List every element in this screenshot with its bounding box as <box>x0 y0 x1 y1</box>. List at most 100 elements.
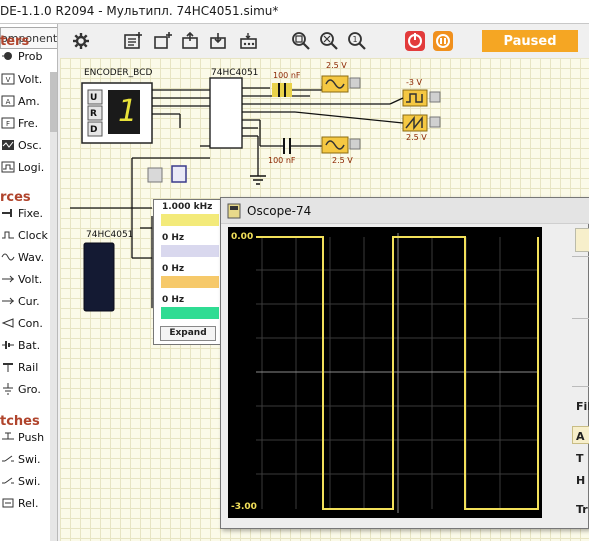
probe-icon <box>0 48 16 64</box>
zoom-fit-icon[interactable] <box>290 30 312 52</box>
component-item-label: Osc. <box>18 138 42 152</box>
oscilloscope-bottom-value: -3.00 <box>231 502 257 512</box>
fixed-voltage-icon <box>0 205 16 221</box>
oscilloscope-app-icon <box>227 203 241 222</box>
pause-icon[interactable] <box>432 30 454 52</box>
freq-channel-2-bar <box>161 245 219 257</box>
cap1-label: 100 nF <box>273 71 301 80</box>
oscilloscope-top-value: 0.00 <box>231 232 254 242</box>
zoom-one-icon[interactable]: 1 <box>346 30 368 52</box>
component-item-label: Cur. <box>18 294 40 308</box>
component-item-label: Volt. <box>18 72 43 86</box>
rail-icon <box>0 359 16 375</box>
component-item-label: Swi. <box>18 474 41 488</box>
oscilloscope-icon <box>0 137 16 153</box>
component-item-label: Gro. <box>18 382 41 396</box>
component-item-label: Fixe. <box>18 206 44 220</box>
voltage-source-icon <box>0 271 16 287</box>
mux-label: 74HC4051 <box>211 68 259 78</box>
save-icon[interactable] <box>208 30 230 52</box>
component-item[interactable]: Prob <box>0 45 57 67</box>
new-subcircuit-icon[interactable] <box>152 30 174 52</box>
component-item-label: Fre. <box>18 116 39 130</box>
save-as-icon[interactable] <box>238 30 260 52</box>
component-item-label: Push <box>18 430 45 444</box>
component-item-label: Volt. <box>18 272 43 286</box>
scrollbar-thumb[interactable] <box>50 72 57 132</box>
svg-text:F: F <box>6 120 10 128</box>
component-item-label: Rail <box>18 360 39 374</box>
power-icon[interactable] <box>404 30 426 52</box>
battery-icon <box>0 337 16 353</box>
component-panel-scrollbar[interactable] <box>50 72 57 541</box>
component-item-label: Rel. <box>18 496 39 510</box>
ground-icon <box>0 381 16 397</box>
component-item-label: Am. <box>18 94 40 108</box>
window-title: DE-1.1.0 R2094 - Мультипл. 74HC4051.simu… <box>0 4 279 18</box>
hold-label: H <box>576 474 586 487</box>
relay-icon <box>0 495 16 511</box>
simulation-status-badge[interactable]: Paused <box>482 30 578 52</box>
src1-label: 2.5 V <box>326 61 347 70</box>
divider <box>572 318 589 319</box>
expand-button[interactable]: Expand <box>160 326 216 341</box>
freq-channel-1-bar <box>161 214 219 226</box>
encoder-display-digit: 1 <box>118 94 138 129</box>
settings-icon[interactable] <box>70 30 92 52</box>
frequency-meter-icon: F <box>0 115 16 131</box>
encoder-button-down[interactable]: D <box>90 125 97 135</box>
freq-channel-4-bar <box>161 307 219 319</box>
svg-text:A: A <box>6 98 11 106</box>
logic-analyzer-icon <box>0 159 16 175</box>
freq-channel-3-bar <box>161 276 219 288</box>
component-item-label: Wav. <box>18 250 45 264</box>
clock-icon <box>0 227 16 243</box>
frequency-meter-panel: 1.000 kHz 0 Hz 0 Hz 0 Hz Expand <box>153 199 221 345</box>
current-source-icon <box>0 293 16 309</box>
window-titlebar: DE-1.1.0 R2094 - Мультипл. 74HC4051.simu… <box>0 0 589 24</box>
open-icon[interactable] <box>180 30 202 52</box>
zoom-selection-icon[interactable] <box>318 30 340 52</box>
component-item-label: Con. <box>18 316 43 330</box>
filter-label: Fil <box>576 400 589 413</box>
chip2-label: 74HC4051 <box>86 230 134 240</box>
ammeter-icon: A <box>0 93 16 109</box>
component-panel: omponents ters rces tches Prob V Volt. A Am. F F… <box>0 24 58 541</box>
encoder-button-reset[interactable]: R <box>90 109 97 119</box>
oscilloscope-screen[interactable]: 0.00 -3.00 <box>228 227 542 518</box>
oscilloscope-channel-tab[interactable] <box>575 228 589 252</box>
component-item-label: Logi. <box>18 160 45 174</box>
component-item-label: Swi. <box>18 452 41 466</box>
push-button-icon <box>0 429 16 445</box>
src2-label: -3 V <box>406 78 422 87</box>
divider <box>572 386 589 387</box>
oscilloscope-title: Oscope-74 <box>247 204 312 218</box>
freq-channel-3-value: 0 Hz <box>162 264 185 274</box>
encoder-button-up[interactable]: U <box>90 93 97 103</box>
oscilloscope-trace <box>256 233 539 513</box>
component-item-label: Bat. <box>18 338 41 352</box>
src4-label: 2.5 V <box>332 156 353 165</box>
new-circuit-icon[interactable] <box>122 30 144 52</box>
freq-channel-4-value: 0 Hz <box>162 295 185 305</box>
controlled-source-icon <box>0 315 16 331</box>
oscilloscope-titlebar[interactable]: Oscope-74 <box>221 198 589 224</box>
switch-icon <box>0 451 16 467</box>
freq-channel-2-value: 0 Hz <box>162 233 185 243</box>
cap2-label: 100 nF <box>268 156 296 165</box>
divider <box>572 256 589 257</box>
component-item-label: Prob <box>18 49 43 63</box>
encoder-label: ENCODER_BCD <box>84 68 153 78</box>
freq-channel-1-value: 1.000 kHz <box>162 202 213 212</box>
component-item-label: Clock <box>18 228 48 242</box>
wave-generator-icon <box>0 249 16 265</box>
trigger-label: Tr <box>576 503 588 516</box>
auto-label: A <box>576 430 585 443</box>
switch-dip-icon <box>0 473 16 489</box>
toolbar: 1 Paused <box>60 24 589 58</box>
src3-label: 2.5 V <box>406 133 427 142</box>
time-label: T <box>576 452 584 465</box>
oscilloscope-window: Oscope-74 0.00 -3.00 Fil A T H <box>220 197 589 529</box>
voltmeter-icon: V <box>0 71 16 87</box>
svg-text:V: V <box>6 76 11 84</box>
